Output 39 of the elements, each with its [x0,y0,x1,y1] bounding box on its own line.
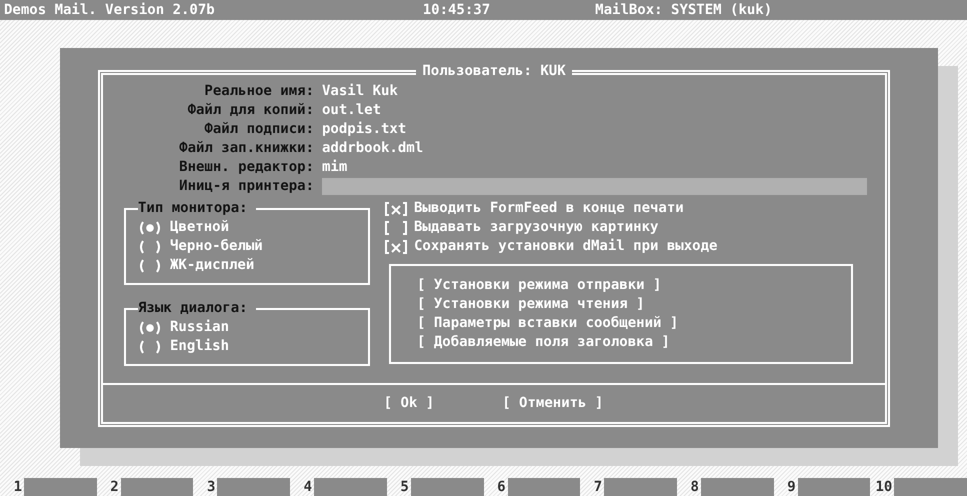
checkbox-label[interactable]: Выводить FormFeed в конце печати [414,199,684,218]
checkbox-icon[interactable] [384,202,408,216]
checkbox-icon[interactable] [384,240,408,254]
radio-label[interactable]: ЖК-дисплей [170,256,254,275]
input-field[interactable] [322,178,867,195]
settings-button[interactable]: [ Установки режима отправки ] [417,276,662,295]
field-label: Внешн. редактор: [178,158,314,177]
radio-label[interactable]: Russian [170,318,230,337]
field-value[interactable]: Vasil Kuk [322,82,867,101]
field-value[interactable]: mim [322,158,867,177]
field-label: Файл для копий: [186,101,314,120]
settings-button[interactable]: [ Установки режима чтения ] [417,295,645,314]
group-title: Тип монитора: [138,199,249,218]
group-title: Язык диалога: [138,299,249,318]
radio-icon[interactable] [138,220,162,234]
clock: 10:45:37 [422,2,490,18]
radio-label[interactable]: Черно-белый [170,237,263,256]
radio-icon[interactable] [138,320,162,334]
field-label: Реальное имя: [203,82,314,101]
mailbox-label: MailBox: SYSTEM (kuk) [595,2,772,18]
checkbox-label[interactable]: Сохранять установки dMail при выходе [414,237,718,256]
settings-button[interactable]: [ Добавляемые поля заголовка ] [417,333,670,352]
field-value[interactable]: out.let [322,101,867,120]
radio-icon[interactable] [138,340,162,354]
radio-label[interactable]: English [170,337,230,356]
checkbox-icon[interactable] [384,220,408,234]
field-label: Файл зап.книжки: [178,139,314,158]
ok-button[interactable]: [ Ok ] [384,394,434,413]
field-label: Файл подписи: [203,120,314,139]
field-value[interactable]: addrbook.dml [322,139,867,158]
field-label: Иниц-я принтера: [178,177,314,196]
checkbox-label[interactable]: Выдавать загрузочную картинку [414,218,658,237]
app-title: Demos Mail. Version 2.07b [4,2,215,18]
settings-button[interactable]: [ Параметры вставки сообщений ] [417,314,678,333]
field-value[interactable]: podpis.txt [322,120,867,139]
radio-label[interactable]: Цветной [170,218,230,237]
radio-icon[interactable] [138,240,162,254]
radio-icon[interactable] [138,258,162,272]
cancel-button[interactable]: [ Отменить ] [502,394,604,413]
